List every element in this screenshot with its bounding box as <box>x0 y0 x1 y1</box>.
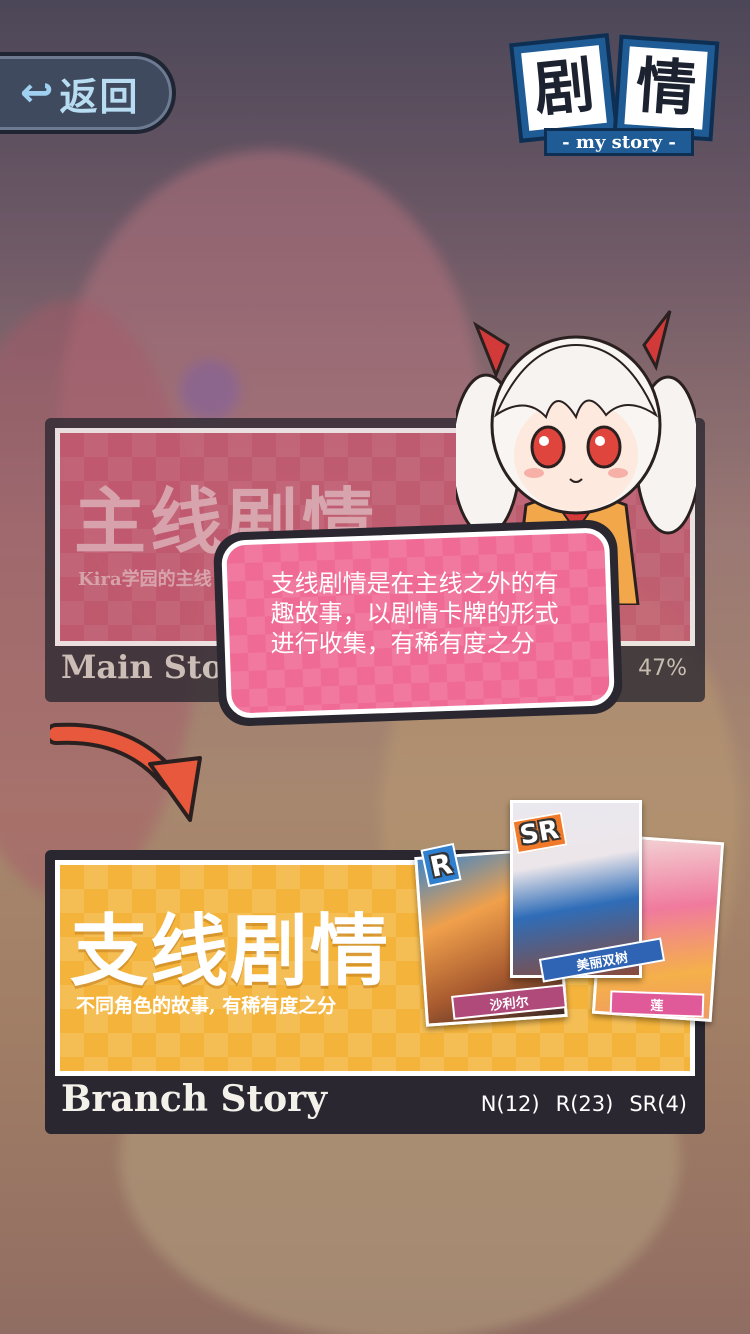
branch-story-title: 支线剧情 <box>70 907 391 997</box>
count-r: R(23) <box>555 1092 614 1116</box>
tutorial-bubble-inner: 支线剧情是在主线之外的有趣故事，以剧情卡牌的形式进行收集，有稀有度之分 <box>221 527 615 719</box>
tutorial-speech-bubble: 支线剧情是在主线之外的有趣故事，以剧情卡牌的形式进行收集，有稀有度之分 <box>212 519 624 727</box>
title-char-2: 情 <box>624 46 708 130</box>
title-tile-2: 情 <box>612 34 720 142</box>
branch-story-english-title: Branch Story <box>61 1078 328 1120</box>
card-name-ribbon-3: 莲 <box>609 990 705 1018</box>
main-story-description: Kira学园的主线 <box>78 569 212 590</box>
branch-story-description: 不同角色的故事, 有稀有度之分 <box>76 995 337 1017</box>
main-story-progress: 47% <box>638 656 687 681</box>
count-sr: SR(4) <box>629 1092 687 1116</box>
title-tile-1: 剧 <box>509 33 619 143</box>
page-title-badge: 剧 情 - my story - <box>508 32 726 160</box>
back-button[interactable]: ↩ 返回 <box>0 52 176 134</box>
rarity-counts: N(12) R(23) SR(4) <box>481 1092 687 1116</box>
back-arrow-icon: ↩ <box>20 70 54 116</box>
title-subtitle: - my story - <box>544 128 694 156</box>
back-label: 返回 <box>59 73 140 119</box>
title-char-1: 剧 <box>521 45 607 131</box>
tutorial-text: 支线剧情是在主线之外的有趣故事，以剧情卡牌的形式进行收集，有稀有度之分 <box>270 569 559 658</box>
count-n: N(12) <box>480 1092 540 1116</box>
pointer-arrow-icon <box>50 722 202 822</box>
